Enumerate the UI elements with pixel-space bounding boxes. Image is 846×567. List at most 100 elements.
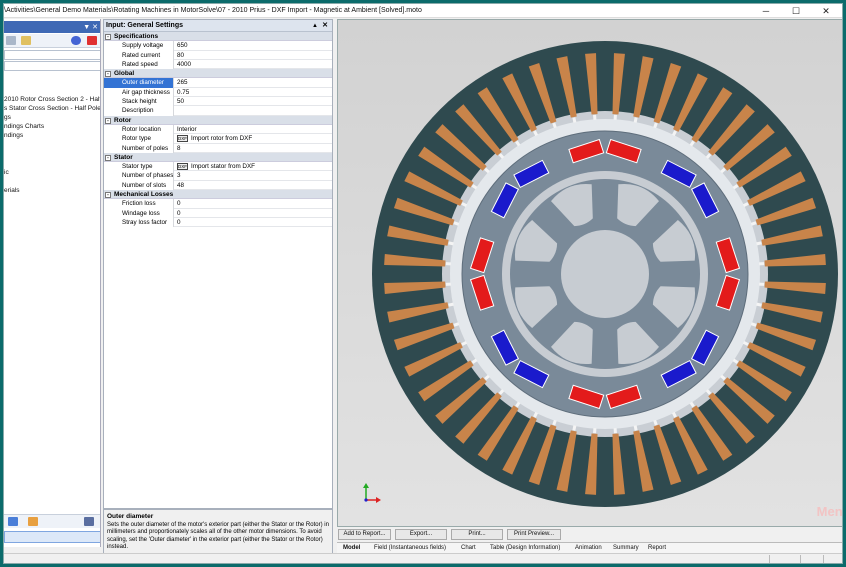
tab-report[interactable]: Report <box>648 544 666 553</box>
property-row[interactable]: Rated speed 4000 <box>104 59 332 70</box>
tab-chart[interactable]: Chart <box>461 544 476 553</box>
property-row[interactable]: Stator type DXF Import stator from DXF <box>104 162 332 172</box>
property-row[interactable]: Number of slots 48 <box>104 180 332 191</box>
property-row[interactable]: Windage loss 0 <box>104 208 332 218</box>
tab-field[interactable]: Field (Instantaneous fields) <box>374 544 446 553</box>
property-key[interactable]: Stack height <box>104 97 174 107</box>
property-row[interactable]: Outer diameter 265 <box>104 78 332 88</box>
tree-item[interactable]: ndings <box>4 132 23 139</box>
property-value[interactable]: 0.75 <box>174 88 332 97</box>
property-key[interactable]: Friction loss <box>104 199 174 209</box>
tab-animation[interactable]: Animation <box>575 544 602 553</box>
property-key[interactable]: Outer diameter <box>104 78 174 88</box>
property-key[interactable]: Number of poles <box>104 143 174 153</box>
blocks-icon[interactable] <box>8 517 18 526</box>
property-key[interactable]: Windage loss <box>104 208 174 218</box>
tab-table[interactable]: Table (Design Information) <box>490 544 560 553</box>
tab-summary[interactable]: Summary <box>613 544 639 553</box>
property-key[interactable]: Rated speed <box>104 59 174 70</box>
property-value[interactable]: 4000 <box>174 60 332 69</box>
dxf-import-icon[interactable]: DXF <box>177 135 188 143</box>
slot-opening <box>759 262 765 266</box>
close-icon[interactable]: ✕ <box>322 20 328 32</box>
tree-item[interactable]: ndings Charts <box>4 123 44 130</box>
property-value[interactable]: DXF Import rotor from DXF <box>174 134 332 143</box>
property-row[interactable]: Stray loss factor 0 <box>104 217 332 228</box>
property-key[interactable]: Stray loss factor <box>104 217 174 228</box>
property-category[interactable]: - Mechanical Losses <box>104 190 332 200</box>
material-icon[interactable] <box>28 517 38 526</box>
property-value[interactable]: 0 <box>174 209 332 218</box>
slot-opening <box>613 114 617 120</box>
tree-item[interactable]: gs <box>4 114 11 121</box>
property-value[interactable]: 80 <box>174 51 332 60</box>
property-category[interactable]: - Global <box>104 69 332 79</box>
property-key[interactable]: Stator type <box>104 162 174 172</box>
collapse-icon[interactable]: - <box>105 117 111 124</box>
delete-icon[interactable] <box>87 36 97 45</box>
property-category[interactable]: - Specifications <box>104 32 332 42</box>
tree-item[interactable]: erials <box>4 187 20 194</box>
model-viewport[interactable]: Ment <box>337 19 843 527</box>
property-key[interactable]: Rotor location <box>104 124 174 135</box>
export-button[interactable]: Export... <box>395 529 447 540</box>
collapse-icon[interactable]: - <box>105 192 111 199</box>
maximize-button[interactable]: ☐ <box>782 4 810 18</box>
tab-model[interactable]: Model <box>343 544 360 553</box>
shaft-bore <box>561 230 649 318</box>
panel-pin-icon[interactable]: ▼ ✕ <box>83 23 98 31</box>
property-category[interactable]: - Rotor <box>104 115 332 125</box>
property-key[interactable]: Air gap thickness <box>104 87 174 98</box>
collapse-icon[interactable] <box>6 36 16 45</box>
tree-selection-field[interactable] <box>4 531 100 543</box>
dxf-import-icon[interactable]: DXF <box>177 163 188 171</box>
property-value[interactable] <box>174 106 332 115</box>
help-icon[interactable] <box>71 36 81 45</box>
property-row[interactable]: Rotor location Interior <box>104 124 332 135</box>
property-value[interactable]: 48 <box>174 181 332 190</box>
collapse-icon[interactable]: - <box>105 34 111 40</box>
property-row[interactable]: Number of poles 8 <box>104 143 332 153</box>
property-row[interactable]: Number of phases 3 <box>104 171 332 181</box>
property-value[interactable]: 0 <box>174 199 332 208</box>
add-to-report-button[interactable]: Add to Report... <box>338 529 391 540</box>
property-row[interactable]: Description <box>104 106 332 116</box>
property-row[interactable]: Friction loss 0 <box>104 199 332 209</box>
property-key[interactable]: Rated current <box>104 50 174 60</box>
collapse-icon[interactable]: - <box>105 154 111 161</box>
property-key[interactable]: Rotor type <box>104 134 174 144</box>
new-folder-icon[interactable] <box>21 36 31 45</box>
print-preview-button[interactable]: Print Preview... <box>507 529 561 540</box>
property-value[interactable]: 50 <box>174 97 332 106</box>
property-value[interactable]: DXF Import stator from DXF <box>174 162 332 171</box>
property-category[interactable]: - Stator <box>104 152 332 163</box>
property-row[interactable]: Stack height 50 <box>104 97 332 107</box>
tree-item[interactable]: 2010 Rotor Cross Section 2 - Half P <box>4 96 100 103</box>
property-value[interactable]: 3 <box>174 171 332 180</box>
properties-header: Input: General Settings ▲ ✕ <box>104 20 332 32</box>
tree-path-field[interactable] <box>4 61 100 71</box>
property-row[interactable]: Rotor type DXF Import rotor from DXF <box>104 134 332 144</box>
collapse-icon[interactable]: - <box>105 71 111 78</box>
property-row[interactable]: Air gap thickness 0.75 <box>104 87 332 98</box>
property-key[interactable]: Number of phases <box>104 171 174 181</box>
tree-filter-input[interactable] <box>4 50 100 60</box>
tree-item[interactable]: s Stator Cross Section - Half Pole) <box>4 105 100 112</box>
property-row[interactable]: Supply voltage 650 <box>104 41 332 51</box>
minimize-button[interactable]: ─ <box>752 4 780 18</box>
property-row[interactable]: Rated current 80 <box>104 50 332 60</box>
property-key[interactable]: Number of slots <box>104 180 174 191</box>
tree-item[interactable]: ic <box>4 169 9 176</box>
property-value[interactable]: 0 <box>174 218 332 227</box>
property-value[interactable]: 8 <box>174 144 332 153</box>
property-value[interactable]: 650 <box>174 41 332 50</box>
sort-icon[interactable] <box>84 517 94 526</box>
pin-icon[interactable]: ▲ <box>312 20 318 32</box>
property-value[interactable]: Interior <box>174 125 332 134</box>
close-button[interactable]: ✕ <box>812 4 840 18</box>
property-key[interactable]: Supply voltage <box>104 41 174 51</box>
print-button[interactable]: Print... <box>451 529 503 540</box>
motor-cross-section[interactable] <box>338 20 843 526</box>
property-key[interactable]: Description <box>104 106 174 116</box>
property-value[interactable]: 265 <box>174 78 332 87</box>
